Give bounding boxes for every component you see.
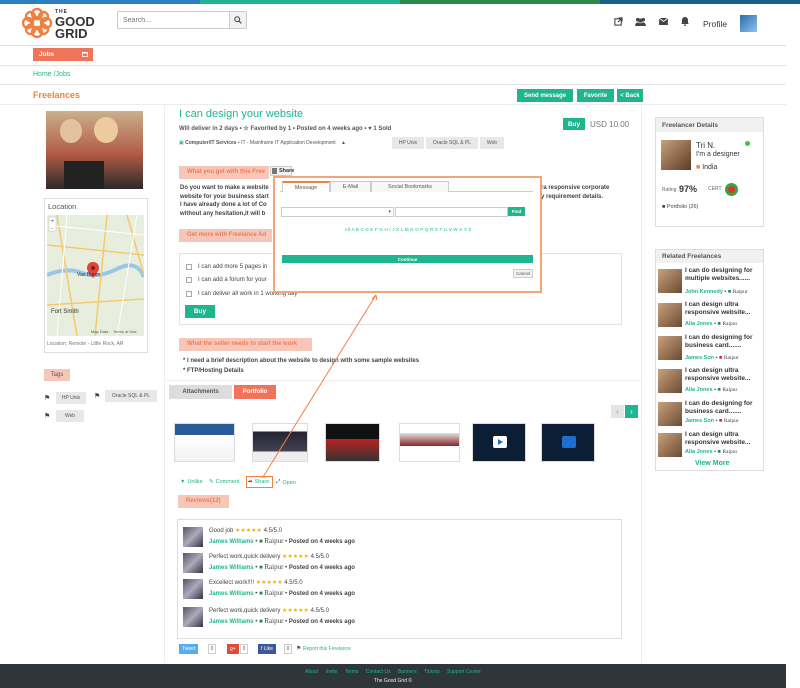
share-tab-message[interactable]: Message bbox=[282, 181, 330, 192]
share-connector-line bbox=[260, 294, 378, 478]
share-tab-email[interactable]: E-Mail bbox=[330, 181, 371, 192]
share-modal-header: Share bbox=[270, 166, 295, 176]
share-contact-select[interactable]: ▾ bbox=[281, 207, 394, 217]
share-find-button[interactable]: Find bbox=[508, 207, 525, 216]
share-modal bbox=[273, 176, 542, 293]
share-continue-button[interactable]: Continue bbox=[282, 255, 533, 263]
share-search-input[interactable] bbox=[395, 207, 508, 217]
alphabet-filter[interactable]: All A B C D E F G H I J K L M N O P Q R … bbox=[282, 227, 534, 232]
share-tab-social-bookmarks[interactable]: Social Bookmarks bbox=[371, 181, 449, 192]
share-modal-title: Share bbox=[279, 168, 295, 174]
window-icon bbox=[272, 168, 277, 174]
chevron-down-icon: ▾ bbox=[388, 209, 391, 215]
share-cancel-button[interactable]: Cancel bbox=[513, 269, 533, 278]
